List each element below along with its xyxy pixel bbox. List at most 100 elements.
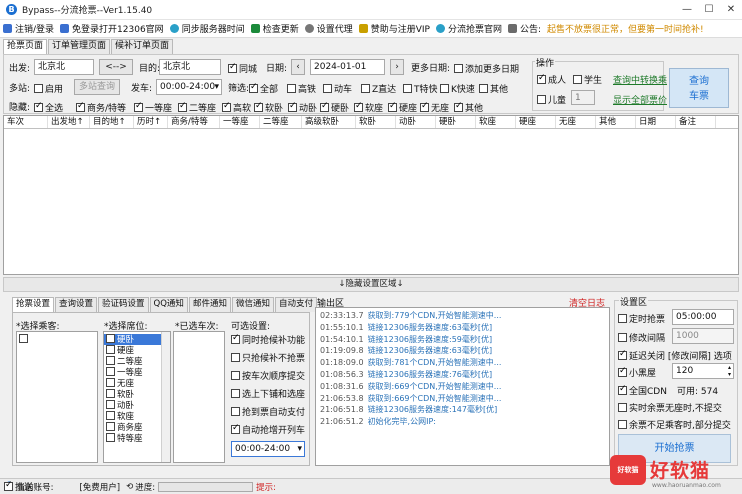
maximize-button[interactable]: ☐ [698,0,720,20]
option-checkbox[interactable]: 抢到票自动支付 [231,405,305,418]
column-header[interactable]: 备注 [676,116,716,128]
option-checkbox[interactable]: 自动抢增开列车 [231,423,305,436]
delay-close-checkbox[interactable]: 延迟关闭 [修改间隔] 选项 [618,349,732,362]
column-header[interactable]: 历时↑ [134,116,168,128]
hide-checkbox[interactable]: 动卧 [288,101,317,114]
menu-item[interactable]: 同步服务器时间 [167,20,248,38]
column-header[interactable]: 日期 [636,116,676,128]
blackroom-checkbox[interactable]: 小黑屋 [618,366,656,379]
option-checkbox[interactable]: 只抢候补不抢票 [231,351,305,364]
filter-checkbox[interactable]: 全部 [249,82,278,95]
push-checkbox[interactable]: 推送 [4,480,33,493]
hide-checkbox[interactable]: 软卧 [254,101,283,114]
timed-grab-time-input[interactable]: 05:00:00 [672,309,734,325]
adult-checkbox[interactable]: 成人 [537,73,566,86]
auto-train-time-select[interactable]: 00:00-24:00 ▾ [231,441,305,457]
swap-stations-button[interactable]: <--> [99,59,133,75]
student-checkbox[interactable]: 学生 [573,73,602,86]
from-station-input[interactable]: 北京北 [34,59,94,75]
interval-checkbox[interactable]: 修改间隔 [618,331,665,344]
close-button[interactable]: ✕ [720,0,742,20]
hide-checkbox[interactable]: 一等座 [134,101,172,114]
child-count-stepper[interactable]: 1 [571,90,595,105]
filter-checkbox[interactable]: 其他 [479,82,508,95]
hide-checkbox[interactable]: 软座 [354,101,383,114]
column-header[interactable]: 目的地↑ [90,116,134,128]
column-header[interactable]: 软座 [476,116,516,128]
blackroom-input[interactable]: 120 ▴ ▾ [672,363,734,379]
date-next-button[interactable]: › [390,59,404,75]
column-header[interactable]: 高级软卧 [302,116,356,128]
selected-train-list[interactable] [173,331,225,463]
filter-checkbox[interactable]: 动车 [323,82,352,95]
column-header[interactable]: 二等座 [260,116,302,128]
date-prev-button[interactable]: ‹ [291,59,305,75]
top-tab[interactable]: 候补订单页面 [111,39,174,54]
hide-checkbox[interactable]: 无座 [420,101,449,114]
train-results-table[interactable]: 车次 出发地↑ 目的地↑ 历时↑ 商务/特等 一等座 二等座 高级软卧 软卧 动卧 硬卧 软座 硬座 无座… [3,115,739,275]
settings-tab[interactable]: 自动支付 [274,297,317,312]
settings-tab[interactable]: 查询设置 [55,297,98,312]
filter-checkbox[interactable]: Z直达 [361,82,396,95]
top-tab[interactable]: 抢票页面 [3,39,48,55]
filter-checkbox[interactable]: T特快 [403,82,438,95]
column-header[interactable]: 车次 [4,116,48,128]
to-station-input[interactable]: 北京北 [159,59,221,75]
column-header[interactable]: 动卧 [396,116,436,128]
column-header[interactable]: 其他 [596,116,636,128]
option-checkbox[interactable]: 同时抢候补功能 [231,333,305,346]
depart-time-select[interactable]: 00:00-24:00 ▾ [156,79,222,95]
seat-list-scrollbar[interactable] [161,332,170,462]
menu-item[interactable]: 公告: [505,20,544,38]
child-checkbox[interactable]: 儿童 [537,93,566,106]
column-header[interactable]: 商务/特等 [168,116,220,128]
top-tab[interactable]: 订单管理页面 [48,39,111,54]
seat-list[interactable]: 硬卧 硬座 二等座 一等座 无座 软卧 动卧 软座 商务座 特等座 [103,331,171,463]
filter-checkbox[interactable]: 高铁 [287,82,316,95]
option-checkbox[interactable]: 按车次顺序提交 [231,369,305,382]
minimize-button[interactable]: — [676,0,698,20]
same-city-checkbox[interactable]: 同城 [228,62,257,75]
menu-item[interactable]: 免登录打开12306官网 [57,20,167,38]
column-header[interactable]: 无座 [556,116,596,128]
option-checkbox[interactable]: 选上下铺和选座 [231,387,305,400]
show-all-prices-link[interactable]: 显示全部票价 [613,93,667,106]
menu-item[interactable]: 设置代理 [302,20,356,38]
settings-tab[interactable]: 邮件通知 [188,297,231,312]
multi-station-query-button[interactable]: 多站查询 [74,79,120,95]
interval-input[interactable]: 1000 [672,328,734,344]
passenger-list[interactable] [16,331,98,463]
filter-checkbox[interactable]: K快速 [440,82,475,95]
hide-checkbox[interactable]: 二等座 [178,101,216,114]
timed-grab-checkbox[interactable]: 定时抢票 [618,312,665,325]
hide-checkbox[interactable]: 高软 [222,101,251,114]
national-cdn-checkbox[interactable]: 全国CDN [618,384,667,397]
column-header[interactable]: 出发地↑ [48,116,90,128]
query-tickets-button[interactable]: 查询 车票 [669,68,729,108]
column-header[interactable]: 软卧 [356,116,396,128]
column-header[interactable]: 硬座 [516,116,556,128]
transfer-query-link[interactable]: 查询中转换乘 [613,73,667,86]
column-header[interactable]: 一等座 [220,116,260,128]
date-input[interactable]: 2024-01-01 [310,59,385,75]
settings-tab[interactable]: 验证码设置 [98,297,149,312]
partial-submit-checkbox[interactable]: 余票不足乘客时,部分提交 [618,418,731,431]
hide-checkbox[interactable]: 硬座 [388,101,417,114]
hide-checkbox[interactable]: 硬卧 [320,101,349,114]
column-header[interactable]: 硬卧 [436,116,476,128]
toggle-settings-area-button[interactable]: ↓隐藏设置区域↓ [3,277,739,292]
settings-tab[interactable]: 抢票设置 [12,297,55,312]
menu-item[interactable]: 赞助与注册VIP [356,20,433,38]
passenger-item[interactable] [17,334,97,345]
enable-multi-station-checkbox[interactable]: 启用 [34,82,63,95]
menu-item[interactable]: 注销/登录 [0,20,57,38]
settings-tab[interactable]: 微信通知 [231,297,274,312]
hide-checkbox[interactable]: 商务/特等 [76,101,126,114]
log-list[interactable]: 02:33:13.7 获取到:779个CDN,开始智能测速中... 01:55:10… [315,307,610,466]
settings-tab[interactable]: QQ通知 [149,297,188,312]
menu-item[interactable]: 分流抢票官网 [433,20,505,38]
realtime-no-seat-checkbox[interactable]: 实时余票无座时,不提交 [618,401,722,414]
hide-checkbox[interactable]: 其他 [454,101,483,114]
add-more-dates-checkbox[interactable]: 添加更多日期 [454,62,519,75]
hide-checkbox[interactable]: 全选 [34,101,63,114]
